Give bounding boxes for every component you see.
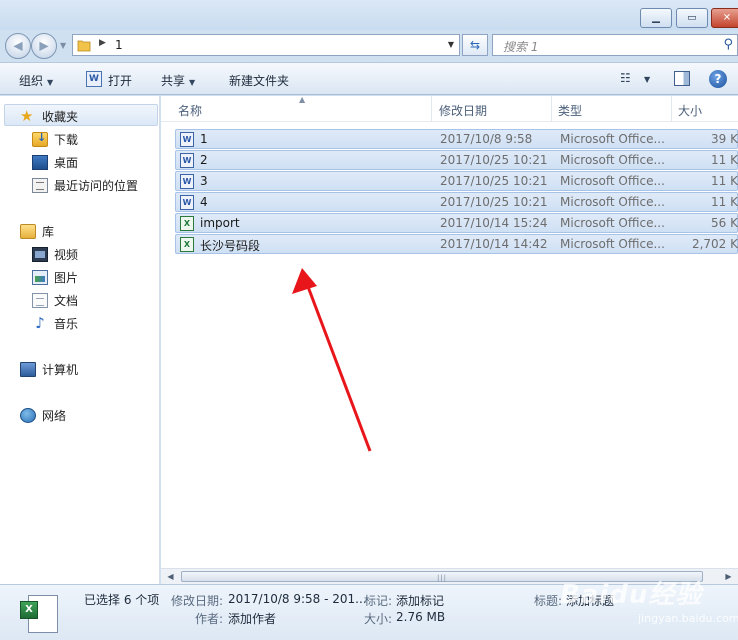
search-icon[interactable]: ⚲ xyxy=(723,37,733,52)
back-button[interactable]: ◀ xyxy=(5,33,31,59)
address-bar[interactable]: ▶ 1 ▼ xyxy=(72,34,460,56)
network-icon xyxy=(20,407,36,423)
folder-icon xyxy=(77,40,91,52)
scroll-right-icon[interactable]: ▶ xyxy=(721,570,736,584)
sidebar-item-label: 收藏夹 xyxy=(42,109,79,124)
sidebar-item-music[interactable]: ♪ 音乐 xyxy=(32,313,78,333)
share-label: 共享 xyxy=(161,74,186,88)
sidebar-item-desktop[interactable]: 桌面 xyxy=(32,152,78,172)
search-input[interactable]: 搜索 1 ⚲ xyxy=(492,34,738,56)
title-bar: ▁ ▭ ✕ xyxy=(0,0,738,30)
baidu-watermark: Baidu经验 xyxy=(560,580,703,610)
organize-menu[interactable]: 组织 ▼ xyxy=(19,72,53,89)
navigation-pane: ★ 收藏夹 下载 桌面 最近访问的位置 库 视频 图片 文档 ♪ 音乐 计算机 … xyxy=(0,96,160,584)
close-icon: ✕ xyxy=(722,12,732,24)
modified-label: 修改日期: xyxy=(171,594,224,608)
grip-icon: ||| xyxy=(436,574,448,582)
author-value[interactable]: 添加作者 xyxy=(228,610,276,627)
desktop-icon xyxy=(32,154,48,170)
back-arrow-icon: ◀ xyxy=(13,38,23,53)
chevron-down-icon: ▼ xyxy=(189,78,196,87)
sidebar-item-recent[interactable]: 最近访问的位置 xyxy=(32,175,138,195)
tags-label: 标记: xyxy=(364,594,393,608)
refresh-button[interactable]: ⇆ xyxy=(462,34,488,56)
author-label: 作者: xyxy=(195,612,224,626)
sidebar-item-label: 桌面 xyxy=(54,155,79,170)
search-placeholder: 搜索 1 xyxy=(503,40,539,54)
organize-label: 组织 xyxy=(19,74,44,88)
maximize-icon: ▭ xyxy=(687,12,697,24)
share-menu[interactable]: 共享 ▼ xyxy=(161,72,195,89)
sidebar-item-network[interactable]: 网络 xyxy=(20,405,66,425)
downloads-folder-icon xyxy=(32,131,48,147)
word-icon: W xyxy=(86,71,102,87)
library-folder-icon xyxy=(20,223,36,239)
video-icon xyxy=(32,246,48,262)
forward-button[interactable]: ▶ xyxy=(31,33,57,59)
documents-icon xyxy=(32,292,48,308)
recent-pages-dropdown-icon[interactable]: ▼ xyxy=(60,41,66,50)
maximize-button[interactable]: ▭ xyxy=(676,8,708,28)
sidebar-item-label: 网络 xyxy=(42,408,67,423)
address-row: ◀ ▶ ▼ ▶ 1 ▼ ⇆ 搜索 1 ⚲ xyxy=(0,30,738,60)
view-options-chevron-icon[interactable]: ▼ xyxy=(644,75,650,84)
excel-file-preview-icon: X xyxy=(18,591,60,635)
star-icon: ★ xyxy=(20,106,34,125)
music-note-icon: ♪ xyxy=(35,313,45,332)
recent-places-icon xyxy=(32,177,48,193)
modified-value: 2017/10/8 9:58 - 201... xyxy=(228,592,367,606)
tags-value[interactable]: 添加标记 xyxy=(396,592,444,609)
sidebar-item-pictures[interactable]: 图片 xyxy=(32,267,78,287)
open-label: 打开 xyxy=(108,74,133,88)
chevron-down-icon: ▼ xyxy=(47,78,54,87)
scroll-left-icon[interactable]: ◀ xyxy=(163,570,178,584)
size-label: 大小: xyxy=(364,612,393,626)
sidebar-item-label: 库 xyxy=(42,224,55,239)
minimize-icon: ▁ xyxy=(652,12,660,24)
selection-count: 已选择 6 个项 xyxy=(84,593,160,607)
computer-icon xyxy=(20,361,36,377)
sidebar-item-computer[interactable]: 计算机 xyxy=(20,359,78,379)
sidebar-item-label: 下载 xyxy=(54,132,79,147)
minimize-button[interactable]: ▁ xyxy=(640,8,672,28)
forward-arrow-icon: ▶ xyxy=(39,38,49,53)
new-folder-label: 新建文件夹 xyxy=(229,74,290,88)
address-dropdown-icon[interactable]: ▼ xyxy=(448,40,454,49)
sidebar-item-label: 文档 xyxy=(54,293,79,308)
sidebar-item-label: 最近访问的位置 xyxy=(54,178,139,193)
command-bar: 组织 ▼ W 打开 共享 ▼ 新建文件夹 ☷ ▼ ? xyxy=(0,62,738,95)
help-icon[interactable]: ? xyxy=(709,70,727,88)
pictures-icon xyxy=(32,269,48,285)
sidebar-item-documents[interactable]: 文档 xyxy=(32,290,78,310)
sidebar-item-videos[interactable]: 视频 xyxy=(32,244,78,264)
change-view-icon[interactable]: ☷ xyxy=(620,71,631,85)
new-folder-button[interactable]: 新建文件夹 xyxy=(229,72,289,89)
refresh-icon: ⇆ xyxy=(469,38,481,52)
baidu-watermark-url: jingyan.baidu.com xyxy=(638,612,738,625)
breadcrumb-arrow-icon[interactable]: ▶ xyxy=(99,38,106,48)
sidebar-item-label: 图片 xyxy=(54,270,79,285)
sidebar-item-label: 视频 xyxy=(54,247,79,262)
sidebar-item-label: 音乐 xyxy=(54,316,79,331)
sidebar-item-libraries[interactable]: 库 xyxy=(20,221,54,241)
preview-pane-icon[interactable] xyxy=(674,71,690,86)
close-button[interactable]: ✕ xyxy=(711,8,738,28)
sidebar-item-favorites[interactable]: ★ 收藏夹 xyxy=(20,106,78,126)
annotation-arrow xyxy=(292,268,372,452)
size-value: 2.76 MB xyxy=(396,610,446,624)
breadcrumb-folder[interactable]: 1 xyxy=(115,38,123,52)
sidebar-item-label: 计算机 xyxy=(42,362,79,377)
open-button[interactable]: 打开 xyxy=(108,72,132,89)
title-label: 标题: xyxy=(534,594,563,608)
sidebar-item-downloads[interactable]: 下载 xyxy=(32,129,78,149)
